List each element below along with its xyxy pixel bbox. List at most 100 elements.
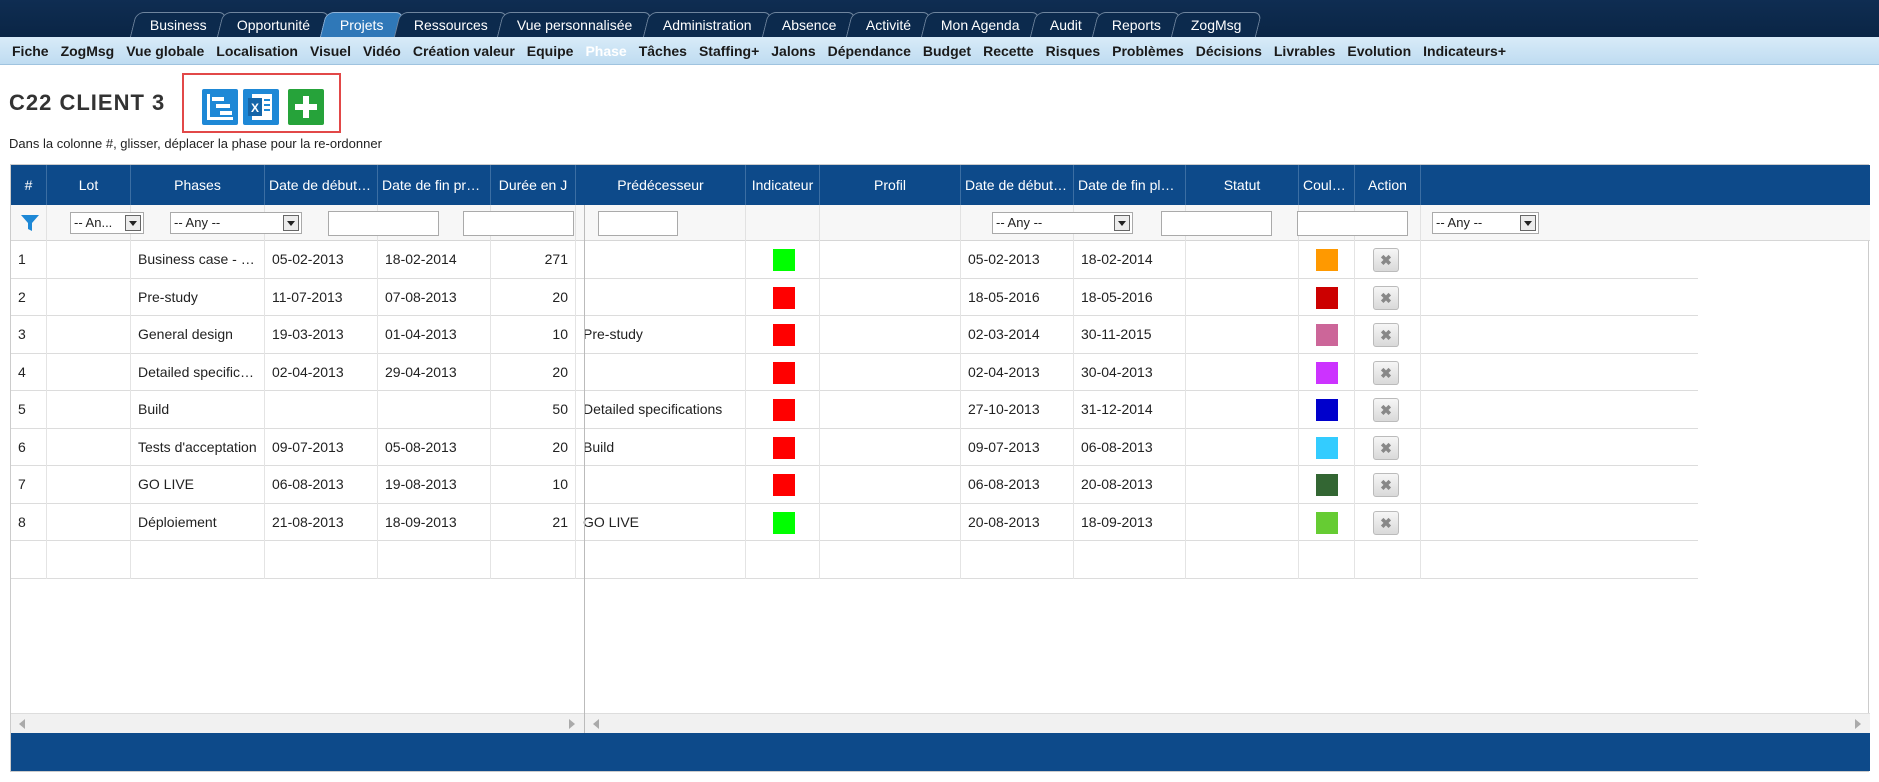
- color-swatch[interactable]: [1316, 286, 1338, 309]
- delete-icon[interactable]: ✖: [1373, 248, 1399, 272]
- column-header[interactable]: Prédécesseur: [576, 165, 746, 205]
- sub-menu-item[interactable]: Budget: [923, 43, 971, 59]
- top-tab[interactable]: Opportunité: [216, 12, 331, 37]
- sub-menu-item[interactable]: Recette: [983, 43, 1034, 59]
- sub-menu-item[interactable]: Fiche: [12, 43, 49, 59]
- sub-menu-item[interactable]: Vue globale: [126, 43, 204, 59]
- table-row[interactable]: 8 Déploiement 21-08-2013 18-09-2013 21 GO LIV…: [11, 503, 1698, 541]
- date-start-plan-filter[interactable]: [1161, 211, 1272, 236]
- duration-filter[interactable]: [598, 211, 678, 236]
- sub-menu-item[interactable]: Problèmes: [1112, 43, 1184, 59]
- table-row[interactable]: 3 General design 19-03-2013 01-04-2013 10 Pre…: [11, 316, 1698, 354]
- color-swatch[interactable]: [1316, 436, 1338, 459]
- delete-icon[interactable]: ✖: [1373, 435, 1399, 460]
- column-header[interactable]: Statut: [1186, 165, 1299, 205]
- table-cell: 20: [491, 278, 576, 316]
- scroll-right-icon[interactable]: [569, 719, 575, 729]
- sub-menu-item[interactable]: Visuel: [310, 43, 351, 59]
- sub-menu-item[interactable]: Risques: [1046, 43, 1100, 59]
- color-swatch[interactable]: [1316, 249, 1338, 271]
- sub-menu-item[interactable]: Tâches: [639, 43, 687, 59]
- table-cell: Tests d'acceptation: [131, 428, 265, 466]
- top-tab-label: Vue personnalisée: [517, 17, 633, 33]
- gantt-icon[interactable]: [202, 89, 238, 125]
- filter-icon[interactable]: [20, 213, 40, 233]
- excel-icon[interactable]: X: [243, 89, 279, 125]
- date-end-plan-filter[interactable]: [1297, 211, 1408, 236]
- delete-icon[interactable]: ✖: [1373, 510, 1399, 535]
- column-header[interactable]: Phases: [131, 165, 265, 205]
- table-row[interactable]: 4 Detailed specifications 02-04-2013 29-04-…: [11, 353, 1698, 391]
- top-tab[interactable]: Audit: [1029, 12, 1102, 37]
- sub-menu-item[interactable]: Création valeur: [413, 43, 515, 59]
- column-header[interactable]: Date de début pla...: [961, 165, 1074, 205]
- column-header[interactable]: Date de fin prévue: [378, 165, 491, 205]
- sub-menu-item[interactable]: Equipe: [527, 43, 574, 59]
- top-tab[interactable]: Ressources: [393, 12, 508, 37]
- color-swatch[interactable]: [1316, 324, 1338, 346]
- top-tab[interactable]: Business: [129, 12, 227, 37]
- sub-menu-item[interactable]: Localisation: [216, 43, 298, 59]
- sub-menu-item[interactable]: Phase: [585, 43, 626, 59]
- lot-filter[interactable]: -- An...: [70, 212, 144, 234]
- top-tab[interactable]: Activité: [846, 12, 932, 37]
- table-cell: [47, 391, 131, 429]
- column-header[interactable]: Action: [1355, 165, 1421, 205]
- column-header[interactable]: Durée en J: [491, 165, 576, 205]
- table-row[interactable]: 6 Tests d'acceptation 09-07-2013 05-08-2013…: [11, 428, 1698, 466]
- color-swatch[interactable]: [1316, 361, 1338, 384]
- sub-menu-item[interactable]: Livrables: [1274, 43, 1335, 59]
- left-scrollbar[interactable]: [11, 713, 584, 733]
- table-cell: GO LIVE: [131, 466, 265, 504]
- sub-menu-item[interactable]: Jalons: [771, 43, 815, 59]
- scroll-left-icon[interactable]: [593, 719, 599, 729]
- table-row[interactable]: 5 Build 50 Detailed specifications 27-10-201…: [11, 391, 1698, 429]
- table-row[interactable]: 7 GO LIVE 06-08-2013 19-08-2013 10 06-08-2013…: [11, 466, 1698, 504]
- sub-menu-item[interactable]: Vidéo: [363, 43, 401, 59]
- column-header[interactable]: Date de début pré...: [265, 165, 378, 205]
- delete-icon[interactable]: ✖: [1373, 285, 1399, 310]
- color-swatch[interactable]: [1316, 511, 1338, 534]
- table-row[interactable]: 2 Pre-study 11-07-2013 07-08-2013 20 18-05-20…: [11, 278, 1698, 316]
- column-header[interactable]: Lot: [47, 165, 131, 205]
- chevron-down-icon[interactable]: [125, 215, 141, 231]
- scroll-right-icon[interactable]: [1855, 719, 1861, 729]
- top-tab[interactable]: Mon Agenda: [921, 12, 1040, 37]
- scroll-left-icon[interactable]: [19, 719, 25, 729]
- plus-icon[interactable]: [288, 89, 324, 125]
- profil-filter[interactable]: -- Any --: [992, 212, 1133, 234]
- chevron-down-icon[interactable]: [283, 215, 299, 231]
- chevron-down-icon[interactable]: [1520, 215, 1536, 231]
- top-tab[interactable]: Vue personnalisée: [497, 12, 654, 37]
- top-tab[interactable]: Reports: [1091, 12, 1181, 37]
- top-tab[interactable]: Projets: [319, 12, 404, 37]
- delete-icon[interactable]: ✖: [1373, 360, 1399, 385]
- table-cell: [820, 353, 961, 391]
- right-scrollbar[interactable]: [585, 713, 1870, 733]
- delete-icon[interactable]: ✖: [1373, 398, 1399, 422]
- date-start-prev-filter[interactable]: [328, 211, 439, 236]
- column-header[interactable]: Profil: [820, 165, 961, 205]
- color-swatch[interactable]: [1316, 474, 1338, 496]
- phases-filter[interactable]: -- Any --: [170, 212, 302, 234]
- date-end-prev-filter[interactable]: [463, 211, 574, 236]
- column-header[interactable]: Indicateur: [746, 165, 820, 205]
- column-header[interactable]: #: [11, 165, 47, 205]
- column-header[interactable]: Date de fin planifié: [1074, 165, 1186, 205]
- sub-menu-item[interactable]: Dépendance: [828, 43, 911, 59]
- column-header[interactable]: Couleur: [1299, 165, 1355, 205]
- sub-menu-item[interactable]: Staffing+: [699, 43, 759, 59]
- sub-menu-item[interactable]: Décisions: [1196, 43, 1262, 59]
- top-tab[interactable]: ZogMsg: [1170, 12, 1262, 37]
- sub-menu-item[interactable]: Evolution: [1347, 43, 1411, 59]
- statut-filter[interactable]: -- Any --: [1432, 212, 1539, 234]
- chevron-down-icon[interactable]: [1114, 215, 1130, 231]
- top-tab[interactable]: Administration: [642, 12, 772, 37]
- delete-icon[interactable]: ✖: [1373, 473, 1399, 497]
- sub-menu-item[interactable]: Indicateurs+: [1423, 43, 1506, 59]
- sub-menu-item[interactable]: ZogMsg: [61, 43, 115, 59]
- color-swatch[interactable]: [1316, 399, 1338, 421]
- top-tab[interactable]: Absence: [761, 12, 857, 37]
- table-row[interactable]: 1Business case - Requ...05-02-201318-02-…: [11, 241, 1698, 279]
- delete-icon[interactable]: ✖: [1373, 323, 1399, 347]
